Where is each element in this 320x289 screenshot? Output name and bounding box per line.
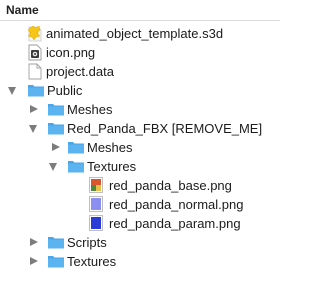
disclosure-triangle-collapsed-icon[interactable] [30, 238, 38, 246]
column-header[interactable]: Name [0, 0, 280, 21]
file-row-red-panda-normal[interactable]: red_panda_normal.png [0, 195, 280, 214]
folder-name-label: Public [47, 83, 83, 98]
folder-row-red-panda-meshes[interactable]: Meshes [0, 138, 280, 157]
file-row-icon-png[interactable]: icon.png [0, 43, 280, 62]
folder-icon [47, 234, 65, 253]
disclosure-triangle-expanded-icon[interactable] [8, 87, 16, 95]
disclosure-triangle-collapsed-icon[interactable] [52, 143, 60, 151]
disclosure-triangle-collapsed-icon[interactable] [30, 257, 38, 265]
file-name-label: icon.png [46, 45, 96, 60]
folder-icon [47, 101, 65, 120]
file-name-label: red_panda_normal.png [109, 197, 244, 212]
folder-name-label: Meshes [67, 102, 113, 117]
folder-row-textures[interactable]: Textures [0, 252, 280, 271]
file-row-animated-object-template[interactable]: animated_object_template.s3d [0, 24, 280, 43]
image-file-icon [89, 215, 103, 234]
folder-row-red-panda-fbx[interactable]: Red_Panda_FBX [REMOVE_ME] [0, 119, 280, 138]
folder-icon [27, 82, 45, 101]
file-row-red-panda-param[interactable]: red_panda_param.png [0, 214, 280, 233]
folder-row-public[interactable]: Public [0, 81, 280, 100]
folder-icon [67, 158, 85, 177]
s3d-file-icon [27, 25, 43, 45]
document-file-icon [28, 63, 42, 83]
folder-row-scripts[interactable]: Scripts [0, 233, 280, 252]
file-name-label: red_panda_base.png [109, 178, 232, 193]
folder-icon [47, 253, 65, 272]
png-file-icon [28, 44, 42, 64]
folder-icon [67, 139, 85, 158]
file-row-project-data[interactable]: project.data [0, 62, 280, 81]
disclosure-triangle-expanded-icon[interactable] [29, 125, 37, 133]
file-name-label: animated_object_template.s3d [46, 26, 224, 41]
folder-row-meshes[interactable]: Meshes [0, 100, 280, 119]
folder-name-label: Red_Panda_FBX [REMOVE_ME] [67, 121, 263, 136]
image-file-icon [89, 177, 103, 196]
folder-row-red-panda-textures[interactable]: Textures [0, 157, 280, 176]
file-name-label: red_panda_param.png [109, 216, 241, 231]
folder-icon [47, 120, 65, 139]
file-name-label: project.data [46, 64, 114, 79]
folder-name-label: Textures [67, 254, 117, 269]
folder-name-label: Textures [87, 159, 137, 174]
folder-name-label: Scripts [67, 235, 107, 250]
file-row-red-panda-base[interactable]: red_panda_base.png [0, 176, 280, 195]
name-column-header-label: Name [6, 3, 39, 17]
folder-name-label: Meshes [87, 140, 133, 155]
disclosure-triangle-collapsed-icon[interactable] [30, 105, 38, 113]
image-file-icon [89, 196, 103, 215]
disclosure-triangle-expanded-icon[interactable] [49, 163, 57, 171]
